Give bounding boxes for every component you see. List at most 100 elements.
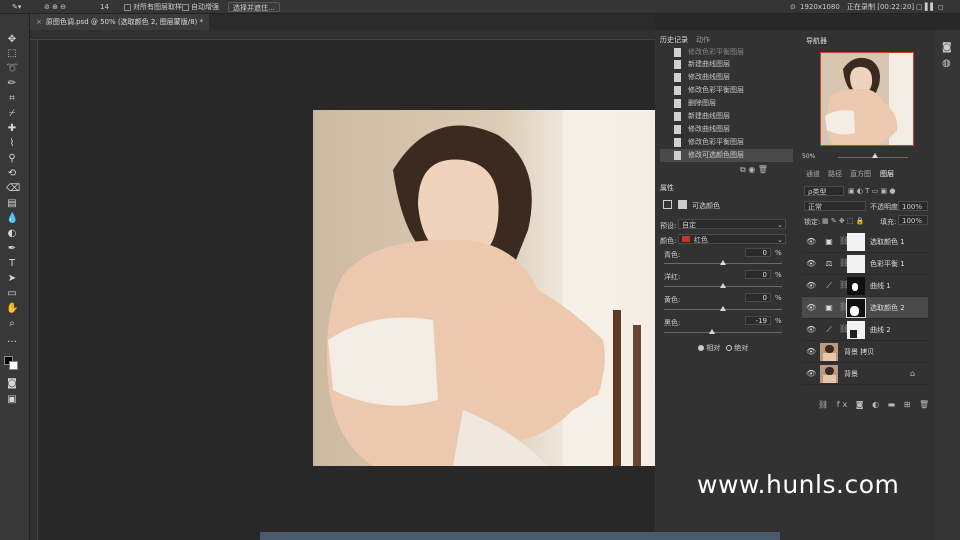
blend-mode-dropdown[interactable]: 正常 <box>804 201 866 211</box>
marquee-tool-icon[interactable]: ⬚ <box>6 48 18 60</box>
layer-image-thumbnail[interactable] <box>820 343 838 361</box>
eraser-tool-icon[interactable]: ⌫ <box>6 183 20 195</box>
history-item[interactable]: 新建曲线图层 <box>660 110 793 123</box>
history-item[interactable]: 新建曲线图层 <box>660 58 793 71</box>
method-absolute-radio[interactable]: 绝对 <box>726 343 748 353</box>
layer-row[interactable]: 👁 ▣ ⛓ 选取颜色 1 <box>802 231 928 253</box>
layer-name: 曲线 2 <box>870 326 891 334</box>
blur-tool-icon[interactable]: 💧 <box>6 213 18 225</box>
select-and-mask-button[interactable]: 选择并遮住... <box>228 2 280 12</box>
visibility-eye-icon[interactable]: 👁 <box>806 281 816 290</box>
history-item[interactable]: 修改曲线图层 <box>660 123 793 136</box>
lock-icons[interactable]: ▦ ✎ ✥ ⬚ 🔒 <box>822 217 865 225</box>
type-tool-icon[interactable]: T <box>6 258 18 270</box>
layer-row[interactable]: 👁 ⟋ ⛓ 曲线 2 <box>802 319 928 341</box>
layers-tab[interactable]: 图层 <box>880 168 894 181</box>
sample-all-layers-checkbox[interactable]: 对所有图层取样 <box>124 2 182 12</box>
brush-size-value[interactable]: 14 <box>100 2 109 12</box>
layer-row[interactable]: 👁 背景 拷贝 <box>802 341 928 363</box>
adjustments-dock-icon[interactable]: ◙ <box>942 42 952 53</box>
layer-row[interactable]: 👁 ⚖ ⛓ 色彩平衡 1 <box>802 253 928 275</box>
auto-enhance-checkbox[interactable]: 自动增强 <box>182 2 219 12</box>
layer-row[interactable]: 👁 背景 ⌂ <box>802 363 928 385</box>
hand-tool-icon[interactable]: ✋ <box>6 303 18 315</box>
brush-mode-icons[interactable]: ⊘ ⊕ ⊖ <box>44 2 66 12</box>
lasso-tool-icon[interactable]: ➰ <box>6 63 18 75</box>
clone-stamp-icon[interactable]: ⚲ <box>6 153 18 165</box>
history-item[interactable]: 修改曲线图层 <box>660 71 793 84</box>
mask-icon[interactable] <box>678 200 687 209</box>
cyan-value[interactable]: 0 <box>745 248 771 257</box>
magenta-value[interactable]: 0 <box>745 270 771 279</box>
recorder-controls[interactable]: ▢ ▌▌ ◻ <box>916 2 944 12</box>
navigator-zoom-knob[interactable] <box>872 153 878 158</box>
history-doc-icon <box>674 86 681 95</box>
filter-icons[interactable]: ▣ ◐ T ▭ ▣ ● <box>848 187 895 195</box>
visibility-eye-icon[interactable]: 👁 <box>806 325 816 334</box>
opacity-value[interactable]: 100% <box>898 201 928 211</box>
black-slider-knob[interactable] <box>709 329 715 334</box>
layer-image-thumbnail[interactable] <box>820 365 838 383</box>
history-footer-icons[interactable]: ⧉ ◉ 🗑 <box>740 165 768 175</box>
brush-tool-icon[interactable]: ⌇ <box>6 138 18 150</box>
close-tab-icon[interactable]: × <box>36 18 42 26</box>
history-item-active[interactable]: 修改可选颜色图层 <box>660 149 793 162</box>
history-item[interactable]: 修改色彩平衡图层 <box>660 136 793 149</box>
layer-mask-thumbnail[interactable] <box>846 298 866 318</box>
background-color-swatch[interactable] <box>9 361 18 370</box>
layer-row[interactable]: 👁 ⟋ ⛓ 曲线 1 <box>802 275 928 297</box>
cyan-slider-knob[interactable] <box>720 260 726 265</box>
visibility-eye-icon[interactable]: 👁 <box>806 369 816 378</box>
history-item-label: 修改曲线图层 <box>688 73 730 81</box>
layer-row-selected[interactable]: 👁 ▣ ⛓ 选取颜色 2 <box>802 297 928 319</box>
layer-mask-thumbnail[interactable] <box>847 277 865 295</box>
document-canvas-image[interactable] <box>313 110 656 466</box>
black-label: 黑色: <box>664 319 681 327</box>
eyedropper-tool-icon[interactable]: ⌿ <box>6 108 18 120</box>
colors-dropdown[interactable]: 红色 ⌄ <box>678 234 786 244</box>
document-tabbar: × 原图色调.psd @ 50% (选取颜色 2, 图层蒙版/8) * <box>30 14 655 30</box>
method-relative-radio[interactable]: 相对 <box>698 343 720 353</box>
yellow-value[interactable]: 0 <box>745 293 771 302</box>
layers-footer-icons[interactable]: ⛓ fx ◙ ◐ ▬ ⊞ 🗑 <box>818 400 932 409</box>
fill-value[interactable]: 100% <box>898 215 928 225</box>
quick-mask-icon[interactable]: ◙ <box>6 378 18 390</box>
document-tab[interactable]: × 原图色调.psd @ 50% (选取颜色 2, 图层蒙版/8) * <box>30 14 209 30</box>
shape-tool-icon[interactable]: ▭ <box>6 288 18 300</box>
history-item[interactable]: 删除图层 <box>660 97 793 110</box>
preset-dropdown[interactable]: 自定 ⌄ <box>678 219 786 229</box>
styles-dock-icon[interactable]: ◍ <box>942 58 951 69</box>
screen-mode-icon[interactable]: ▣ <box>6 394 18 406</box>
gradient-tool-icon[interactable]: ▤ <box>6 198 18 210</box>
visibility-eye-icon[interactable]: 👁 <box>806 259 816 268</box>
history-doc-icon <box>674 138 681 147</box>
navigator-preview[interactable] <box>820 52 914 146</box>
quick-select-icon[interactable]: ✏ <box>6 78 18 90</box>
magenta-slider-knob[interactable] <box>720 283 726 288</box>
pen-tool-icon[interactable]: ✒ <box>6 243 18 255</box>
channels-tab[interactable]: 通道 <box>806 168 820 181</box>
layer-mask-thumbnail[interactable] <box>847 321 865 339</box>
yellow-slider-knob[interactable] <box>720 306 726 311</box>
visibility-eye-icon[interactable]: 👁 <box>806 237 816 246</box>
move-tool-icon[interactable]: ✥ <box>6 34 18 46</box>
visibility-eye-icon[interactable]: 👁 <box>806 347 816 356</box>
layer-kind-filter[interactable]: ρ类型 <box>804 186 844 196</box>
black-value[interactable]: -19 <box>745 316 771 325</box>
more-tools-icon[interactable]: … <box>6 334 18 346</box>
dodge-tool-icon[interactable]: ◐ <box>6 228 18 240</box>
history-item[interactable]: 修改色彩平衡图层 <box>660 84 793 97</box>
healing-brush-icon[interactable]: ✚ <box>6 123 18 135</box>
crop-tool-icon[interactable]: ⌗ <box>6 93 18 105</box>
layer-mask-thumbnail[interactable] <box>847 233 865 251</box>
histogram-tab[interactable]: 直方图 <box>850 168 871 181</box>
paths-tab[interactable]: 路径 <box>828 168 842 181</box>
zoom-tool-icon[interactable]: ⌕ <box>6 318 18 330</box>
quick-select-tool-icon[interactable]: ✎▾ <box>12 2 21 12</box>
layer-mask-thumbnail[interactable] <box>847 255 865 273</box>
history-brush-icon[interactable]: ⟲ <box>6 168 18 180</box>
navigator-zoom[interactable]: 50% <box>802 153 815 160</box>
visibility-eye-icon[interactable]: 👁 <box>806 303 816 312</box>
black-slider[interactable] <box>664 332 782 333</box>
path-select-icon[interactable]: ➤ <box>6 273 18 285</box>
